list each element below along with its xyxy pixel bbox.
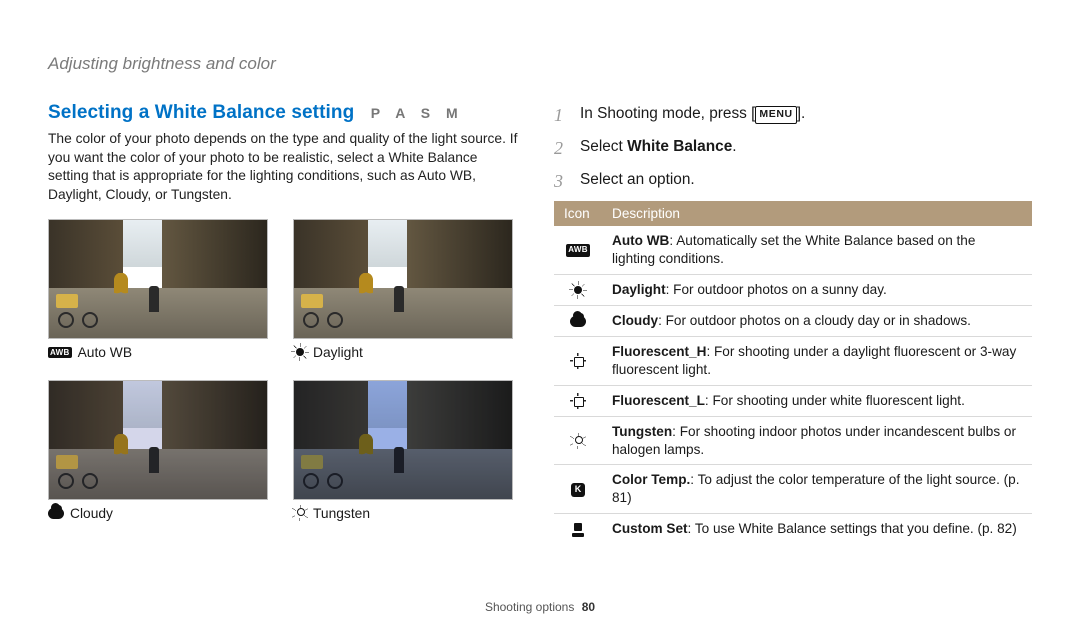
thumbnail-grid: AWB Auto WB Daylight Cloudy Tungsten (48, 219, 518, 531)
step-text: Select an option. (580, 168, 695, 195)
table-cell-icon: K (554, 465, 602, 514)
section-title: Selecting a White Balance setting (48, 102, 354, 123)
custom-icon (571, 523, 585, 537)
thumb-auto-wb: AWB Auto WB (48, 219, 273, 370)
table-cell-description: Fluorescent_H: For shooting under a dayl… (602, 336, 1032, 385)
table-cell-description: Cloudy: For outdoor photos on a cloudy d… (602, 305, 1032, 336)
table-cell-description: Daylight: For outdoor photos on a sunny … (602, 274, 1032, 305)
step-text: In Shooting mode, press [MENU]. (580, 102, 805, 129)
footer-page-number: 80 (582, 600, 595, 614)
table-cell-icon (554, 514, 602, 544)
breadcrumb: Adjusting brightness and color (48, 54, 1032, 74)
cloud-icon (570, 316, 586, 327)
right-column: 1 In Shooting mode, press [MENU]. 2 Sele… (554, 102, 1032, 544)
table-cell-icon: AWB (554, 226, 602, 274)
cloud-icon (48, 508, 64, 519)
table-cell-icon (554, 416, 602, 465)
table-cell-icon (554, 274, 602, 305)
fluorescent-h-icon (571, 354, 585, 368)
awb-icon: AWB (566, 244, 590, 257)
thumb-cloudy: Cloudy (48, 380, 273, 531)
thumb-tungsten: Tungsten (293, 380, 518, 531)
menu-button-icon: MENU (755, 106, 796, 124)
tungsten-icon (571, 434, 585, 448)
table-cell-description: Fluorescent_L: For shooting under white … (602, 385, 1032, 416)
step-number: 3 (554, 168, 570, 195)
thumb-label: Tungsten (313, 506, 370, 521)
footer-section: Shooting options (485, 600, 574, 614)
intro-paragraph: The color of your photo depends on the t… (48, 130, 518, 205)
mode-letters: P A S M (371, 105, 464, 121)
fluorescent-l-icon (571, 394, 585, 408)
thumb-label: Cloudy (70, 506, 113, 521)
sun-icon (293, 345, 307, 359)
tungsten-icon (293, 506, 307, 520)
step-3: 3 Select an option. (554, 168, 1032, 195)
table-row: Custom Set: To use White Balance setting… (554, 514, 1032, 544)
table-row: Cloudy: For outdoor photos on a cloudy d… (554, 305, 1032, 336)
step-text: Select White Balance. (580, 135, 737, 162)
table-row: AWB Auto WB: Automatically set the White … (554, 226, 1032, 274)
table-row: Tungsten: For shooting indoor photos und… (554, 416, 1032, 465)
step-number: 2 (554, 135, 570, 162)
table-head-icon: Icon (554, 201, 602, 226)
step-number: 1 (554, 102, 570, 129)
kelvin-icon: K (571, 483, 585, 497)
sun-icon (571, 283, 585, 297)
table-head-description: Description (602, 201, 1032, 226)
table-row: Fluorescent_H: For shooting under a dayl… (554, 336, 1032, 385)
table-row: Fluorescent_L: For shooting under white … (554, 385, 1032, 416)
table-cell-description: Color Temp.: To adjust the color tempera… (602, 465, 1032, 514)
table-cell-icon (554, 385, 602, 416)
step-2: 2 Select White Balance. (554, 135, 1032, 162)
table-row: Daylight: For outdoor photos on a sunny … (554, 274, 1032, 305)
table-cell-description: Auto WB: Automatically set the White Bal… (602, 226, 1032, 274)
table-cell-icon (554, 305, 602, 336)
table-row: K Color Temp.: To adjust the color temper… (554, 465, 1032, 514)
page-footer: Shooting options 80 (0, 600, 1080, 614)
table-cell-description: Custom Set: To use White Balance setting… (602, 514, 1032, 544)
thumb-label: Daylight (313, 345, 363, 360)
awb-icon: AWB (48, 347, 72, 358)
left-column: Selecting a White Balance setting P A S … (48, 102, 518, 544)
section-heading: Selecting a White Balance setting P A S … (48, 102, 518, 124)
thumb-daylight: Daylight (293, 219, 518, 370)
table-cell-description: Tungsten: For shooting indoor photos und… (602, 416, 1032, 465)
step-1: 1 In Shooting mode, press [MENU]. (554, 102, 1032, 129)
table-cell-icon (554, 336, 602, 385)
thumb-label: Auto WB (78, 345, 132, 360)
icon-description-table: Icon Description AWB Auto WB: Automatical… (554, 201, 1032, 544)
